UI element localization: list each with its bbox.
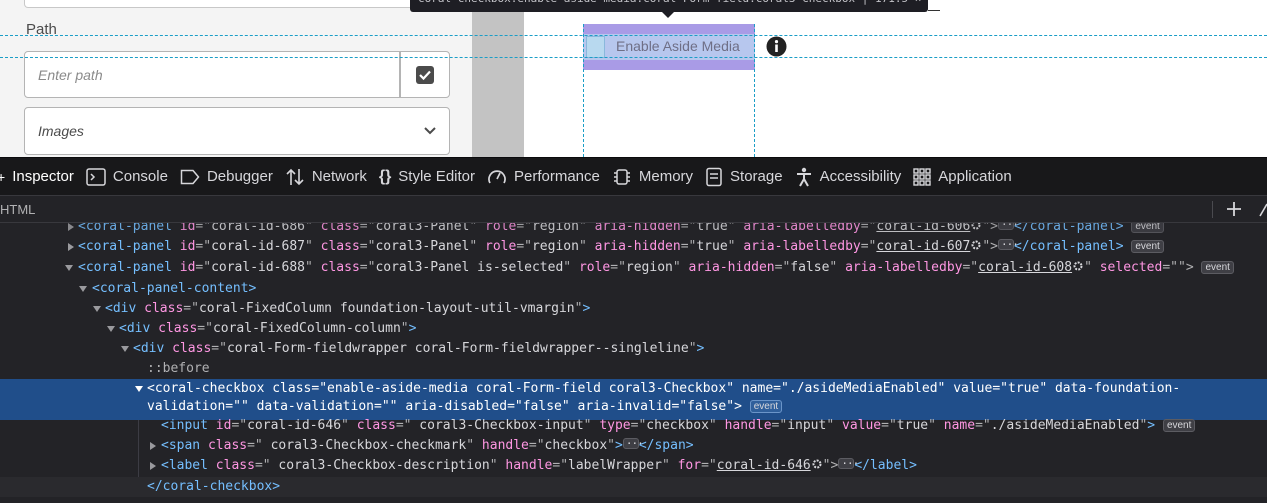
style-editor-icon: {} [378,167,392,185]
tab-label: Accessibility [819,168,902,185]
chevron-down-icon [424,127,436,135]
devtools-toolbar: + Inspector Console Debugger Network {} … [0,157,1267,195]
guide-line-right [754,24,755,157]
info-icon[interactable] [766,36,787,57]
images-select-value: Images [38,123,84,139]
gear-icon[interactable] [970,223,982,231]
inspector-icon: + [0,168,6,185]
tree-node-label[interactable]: <label class=" coral3-Checkbox-descripti… [0,454,1267,476]
collapsed-children[interactable] [997,223,1018,235]
storage-icon [706,167,722,186]
tree-node-div-column[interactable]: <div class="coral-FixedColumn-column"> [0,319,1267,339]
collapsed-children[interactable] [838,454,858,474]
collapse-arrow-icon[interactable] [106,324,116,334]
tab-label: Style Editor [398,168,475,185]
debugger-icon [180,169,200,184]
expand-arrow-icon[interactable] [66,242,76,252]
expand-arrow-icon[interactable] [66,223,76,232]
event-badge[interactable]: event [1131,223,1164,233]
infobar-arrow [662,12,674,18]
tab-application[interactable]: Application [909,158,1019,196]
collapsed-children[interactable] [622,434,643,454]
panel-gutter [472,0,524,157]
subbar-separator [1212,201,1213,218]
tree-node-coral-checkbox-close[interactable]: </coral-checkbox> [0,477,1267,497]
tab-console[interactable]: Console [82,158,176,196]
application-icon [913,167,931,186]
top-field-edge [24,0,450,8]
tab-label: Debugger [206,168,273,185]
eyedropper-icon[interactable] [1258,200,1267,218]
gear-icon[interactable] [811,458,823,470]
gear-icon[interactable] [1072,260,1084,272]
enable-aside-media-label[interactable]: Enable Aside Media [616,38,740,54]
tree-node-coral-checkbox-selected[interactable]: <coral-checkbox class="enable-aside-medi… [0,379,1267,420]
guide-line-left [583,24,584,157]
tree-node-panel-688[interactable]: <coral-panel id="coral-id-688" class="co… [0,258,1267,278]
collapse-arrow-icon[interactable] [134,384,144,394]
tab-style-editor[interactable]: {} Style Editor [375,158,483,196]
tab-storage[interactable]: Storage [701,158,791,196]
enable-aside-media-checkbox[interactable] [586,36,605,58]
event-badge[interactable]: event [749,400,783,413]
tab-performance[interactable]: Performance [483,158,608,196]
path-picker-button[interactable] [400,51,450,98]
event-badge[interactable]: event [1131,240,1164,253]
tree-node-panel-687[interactable]: <coral-panel id="coral-id-687" class="co… [0,235,1267,257]
tab-label: Application [938,168,1012,185]
event-badge[interactable]: event [1201,261,1234,274]
markup-tree: <coral-panel id="coral-id-686" class="co… [0,223,1267,503]
accessibility-icon [796,167,811,186]
collapse-arrow-icon[interactable] [92,304,102,314]
tree-node-div-fieldwrapper[interactable]: <div class="coral-Form-fieldwrapper cora… [0,339,1267,359]
element-infobar: coral-checkbox.enable-aside-media.coral-… [410,0,928,12]
path-input[interactable]: Enter path [24,51,400,98]
expand-arrow-icon[interactable] [148,461,158,471]
collapse-arrow-icon[interactable] [64,263,74,273]
tab-network[interactable]: Network [281,158,375,196]
collapsed-children[interactable] [997,235,1018,255]
tab-label: Storage [730,168,783,185]
tab-label: Memory [638,168,694,185]
collapse-arrow-icon[interactable] [120,344,130,354]
guide-line-bottom [0,57,1267,58]
tab-inspector[interactable]: + Inspector [0,158,82,196]
tree-node-div-fixedcolumn[interactable]: <div class="coral-FixedColumn foundation… [0,299,1267,319]
event-badge[interactable]: event [1162,419,1196,432]
page-preview: Path Enter path Images Enable Aside Medi… [0,0,1267,157]
form-panel: Path Enter path Images [0,0,472,157]
tab-label: Console [112,168,168,185]
tab-label: Inspector [12,168,74,185]
tab-accessibility[interactable]: Accessibility [791,158,910,196]
console-icon [86,167,106,186]
memory-icon [613,168,630,185]
markup-subbar: HTML [0,195,1267,223]
tree-node-before[interactable]: ::before [0,359,1267,379]
gear-icon[interactable] [970,239,982,251]
performance-icon [488,169,506,183]
tab-label: Performance [514,168,600,185]
tab-label: Network [311,168,367,185]
tree-node-span[interactable]: <span class=" coral3-Checkbox-checkmark"… [0,434,1267,456]
images-select[interactable]: Images [24,107,450,155]
tree-node-panel-686[interactable]: <coral-panel id="coral-id-686" class="co… [0,223,1267,237]
checkbox-checked-icon [416,65,434,84]
guide-line-top [0,35,1267,36]
tree-node-input[interactable]: <input id="coral-id-646" class=" coral3-… [0,416,1267,436]
infobar-tail [928,10,940,11]
collapse-arrow-icon[interactable] [78,284,88,294]
network-icon [286,168,304,185]
tab-debugger[interactable]: Debugger [176,158,281,196]
expand-arrow-icon[interactable] [148,441,158,451]
html-pane-label: HTML [0,201,36,217]
tree-node-panel-content[interactable]: <coral-panel-content> [0,279,1267,299]
tab-memory[interactable]: Memory [608,158,701,196]
add-node-icon[interactable] [1224,199,1244,219]
